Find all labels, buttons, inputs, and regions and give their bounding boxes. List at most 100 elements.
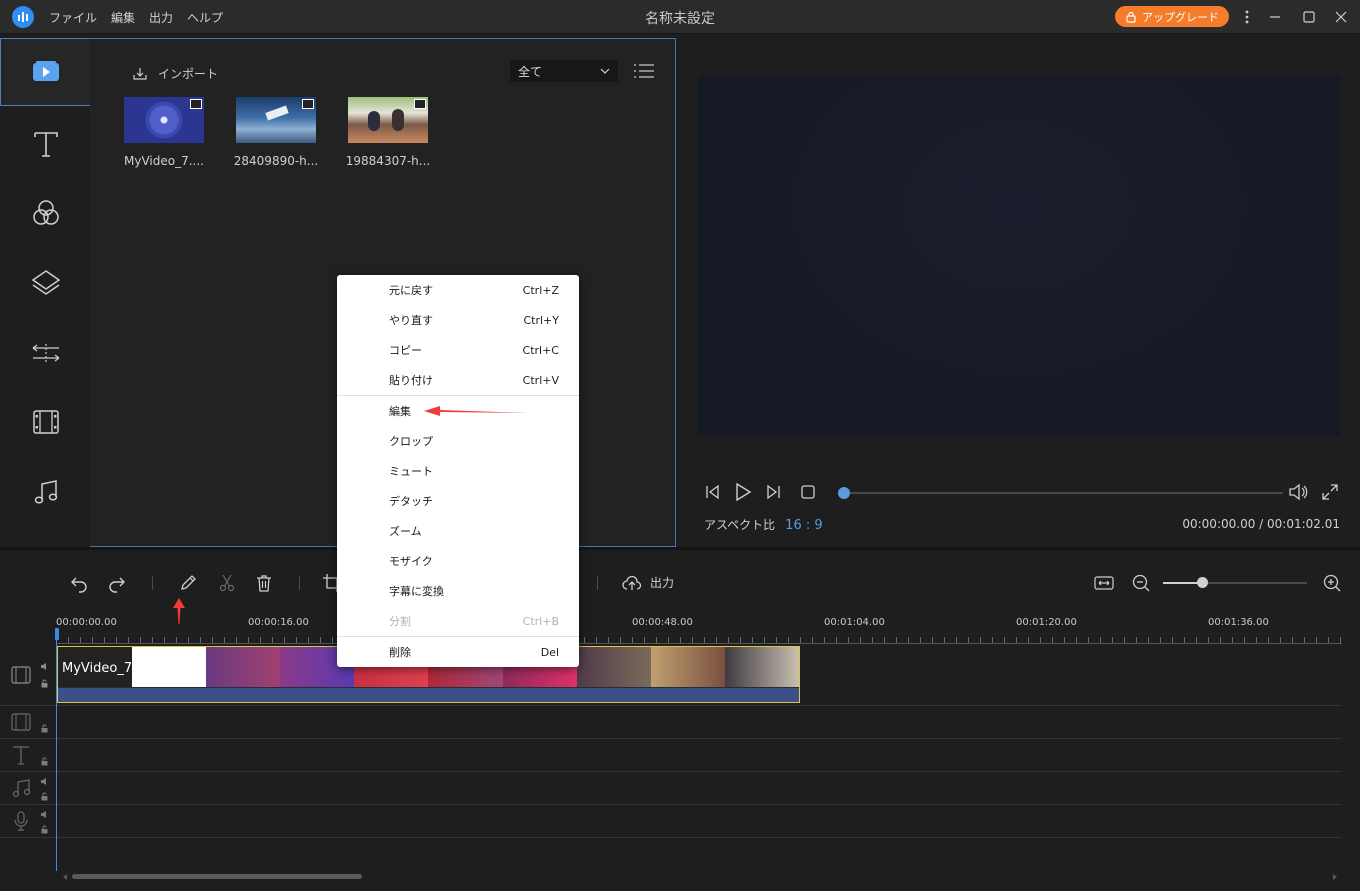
zoom-in-icon[interactable] <box>1320 571 1344 595</box>
redo-icon[interactable] <box>105 571 129 595</box>
video-viewer <box>698 75 1340 436</box>
scroll-right-icon[interactable] <box>1332 874 1338 880</box>
zoom-out-icon[interactable] <box>1129 571 1153 595</box>
menu-help[interactable]: ヘルプ <box>187 9 223 26</box>
menu-file[interactable]: ファイル <box>49 9 97 26</box>
volume-icon[interactable] <box>1288 482 1308 502</box>
zoom-slider-knob[interactable] <box>1197 577 1208 588</box>
lock-icon[interactable] <box>40 724 49 733</box>
sidebar-item-media[interactable] <box>0 38 91 106</box>
scrollbar-thumb[interactable] <box>72 874 362 879</box>
timeline-toolbar: 出力 <box>0 550 1360 610</box>
sidebar-item-transitions[interactable] <box>0 319 91 387</box>
menu-item-crop[interactable]: クロップ <box>337 426 579 456</box>
delete-icon[interactable] <box>252 571 276 595</box>
timeline-scrollbar[interactable] <box>62 874 1338 880</box>
menu-item-split: 分割 Ctrl+B <box>337 606 579 636</box>
playback-progress-knob[interactable] <box>838 487 850 499</box>
lock-icon[interactable] <box>40 679 49 688</box>
lock-icon[interactable] <box>40 757 49 766</box>
menu-item-shortcut: Ctrl+V <box>522 373 559 387</box>
menu-item-undo[interactable]: 元に戻す Ctrl+Z <box>337 275 579 305</box>
lock-icon[interactable] <box>40 792 49 801</box>
export-label[interactable]: 出力 <box>650 574 674 591</box>
menu-item-label: デタッチ <box>389 495 433 508</box>
lock-icon[interactable] <box>40 825 49 834</box>
playback-controls <box>698 482 1340 504</box>
minimize-icon[interactable] <box>1266 8 1284 26</box>
sidebar-item-overlays[interactable] <box>0 249 91 317</box>
voiceover-track[interactable] <box>56 805 1342 838</box>
menu-item-delete[interactable]: 削除 Del <box>337 637 579 667</box>
menu-item-copy[interactable]: コピー Ctrl+C <box>337 335 579 365</box>
media-thumbnail[interactable] <box>348 97 428 143</box>
title-bar: ファイル 編集 出力 ヘルプ 名称未設定 アップグレード <box>0 0 1360 34</box>
media-item-label: 19884307-h... <box>345 154 431 168</box>
upgrade-label: アップグレード <box>1142 10 1219 24</box>
track-header-text <box>0 739 56 772</box>
menu-item-zoom[interactable]: ズーム <box>337 516 579 546</box>
undo-icon[interactable] <box>67 571 91 595</box>
playhead[interactable] <box>56 628 57 871</box>
media-filter-select[interactable]: 全て <box>510 60 618 82</box>
media-thumbnail[interactable] <box>236 97 316 143</box>
close-icon[interactable] <box>1332 8 1350 26</box>
speaker-icon[interactable] <box>40 810 49 819</box>
menu-item-label: モザイク <box>389 555 433 568</box>
sidebar-item-filters[interactable] <box>0 179 91 247</box>
viewer-frame-glow <box>738 75 1298 415</box>
sidebar-item-music[interactable] <box>0 458 91 526</box>
maximize-icon[interactable] <box>1300 8 1318 26</box>
playback-progress-track[interactable] <box>843 492 1283 494</box>
menu-item-mute[interactable]: ミュート <box>337 456 579 486</box>
scroll-left-icon[interactable] <box>62 874 68 880</box>
speaker-icon[interactable] <box>40 777 49 786</box>
menu-item-convert-subtitles[interactable]: 字幕に変換 <box>337 576 579 606</box>
play-icon[interactable] <box>733 482 753 502</box>
aspect-ratio-value[interactable]: 16 : 9 <box>785 518 822 533</box>
ruler-ticks <box>56 637 1342 643</box>
playhead-handle[interactable] <box>55 628 59 640</box>
track-header-video <box>0 646 56 706</box>
pip-track[interactable] <box>56 706 1342 739</box>
menu-item-label: コピー <box>389 344 422 357</box>
menu-item-paste[interactable]: 貼り付け Ctrl+V <box>337 365 579 395</box>
menu-item-edit[interactable]: 編集 <box>337 396 579 426</box>
export-icon[interactable] <box>620 571 644 595</box>
menu-item-label: 字幕に変換 <box>389 585 444 598</box>
menu-item-label: 貼り付け <box>389 374 433 387</box>
media-thumbnail[interactable] <box>124 97 204 143</box>
ruler-label: 00:01:36.00 <box>1208 617 1269 628</box>
fit-timeline-icon[interactable] <box>1092 571 1116 595</box>
microphone-icon <box>14 811 28 831</box>
prev-frame-icon[interactable] <box>702 482 722 502</box>
thumbnail-figure <box>392 109 404 131</box>
preview-panel: アスペクト比 16 : 9 00:00:00.00 / 00:01:02.01 <box>676 38 1360 547</box>
edit-pencil-icon[interactable] <box>176 571 200 595</box>
menu-item-mosaic[interactable]: モザイク <box>337 546 579 576</box>
stop-icon[interactable] <box>798 482 818 502</box>
ruler-label: 00:01:20.00 <box>1016 617 1077 628</box>
ruler-label: 00:00:00.00 <box>56 617 117 628</box>
speaker-icon[interactable] <box>40 662 49 671</box>
sidebar-item-elements[interactable] <box>0 388 91 456</box>
text-track[interactable] <box>56 739 1342 772</box>
more-options-icon[interactable] <box>1238 8 1256 26</box>
menu-item-redo[interactable]: やり直す Ctrl+Y <box>337 305 579 335</box>
thumbnail-figure <box>265 105 289 121</box>
menu-item-detach[interactable]: デタッチ <box>337 486 579 516</box>
timeline-ruler[interactable]: 00:00:00.00 00:00:16.00 00:00:48.00 00:0… <box>56 612 1342 644</box>
sidebar-item-text[interactable] <box>0 110 91 178</box>
track-header-music <box>0 772 56 805</box>
next-frame-icon[interactable] <box>764 482 784 502</box>
context-menu: 元に戻す Ctrl+Z やり直す Ctrl+Y コピー Ctrl+C 貼り付け Ctrl… <box>337 275 579 667</box>
fullscreen-icon[interactable] <box>1320 482 1340 502</box>
upgrade-button[interactable]: アップグレード <box>1115 6 1229 27</box>
cut-icon[interactable] <box>215 571 239 595</box>
import-button[interactable]: インポート <box>132 65 218 82</box>
menu-edit[interactable]: 編集 <box>111 9 135 26</box>
menu-export[interactable]: 出力 <box>149 9 173 26</box>
list-view-icon[interactable] <box>634 63 654 79</box>
music-track[interactable] <box>56 772 1342 805</box>
toolbar-divider <box>299 576 300 590</box>
